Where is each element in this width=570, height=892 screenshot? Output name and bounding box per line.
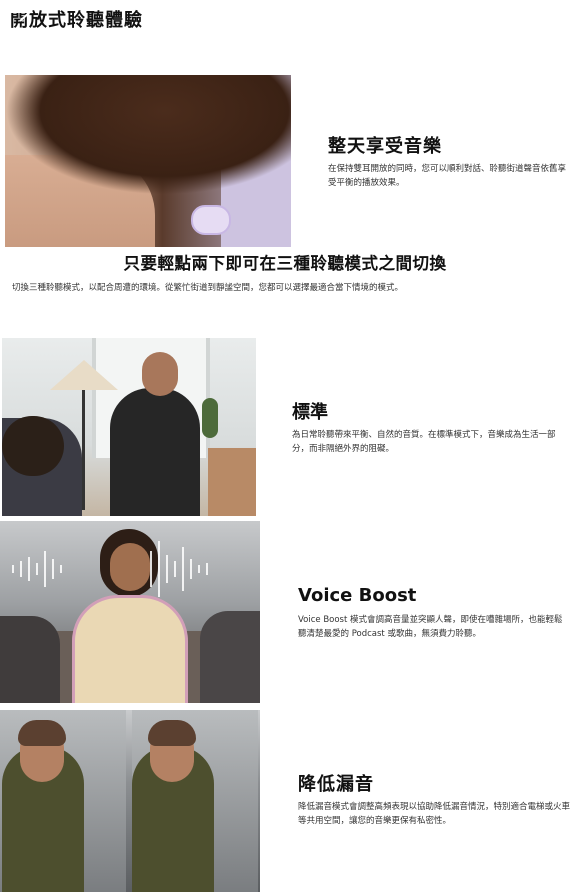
modes-banner-description: 切換三種聆聽模式，以配合周遭的環境。從繁忙街道到靜謐空間，您都可以選擇最適合當下… [12,283,404,293]
voice-boost-mode-description: Voice Boost 模式會調高音量並突顯人聲，即使在嘈雜場所，也能輕鬆聽清楚… [298,615,563,639]
voice-boost-mode-image [0,521,260,703]
standard-mode-title: 標準 [292,402,328,423]
all-day-title: 整天享受音樂 [328,136,442,157]
voice-boost-mode-title: Voice Boost [298,585,417,606]
modes-banner-title: 只要輕點兩下即可在三種聆聽模式之間切換 [123,254,447,273]
leak-reduction-mode-description: 降低漏音模式會調整高頻表現以協助降低漏音情況，特別適合電梯或火車等共用空間，讓您… [298,802,570,826]
standard-mode-description: 為日常聆聽帶來平衡、自然的音質。在標準模式下，音樂成為生活一部分，而非隔絕外界的… [292,430,556,454]
earbud-graphic [191,205,231,235]
leak-reduction-mode-image [0,710,260,892]
standard-mode-image [2,338,256,516]
leak-reduction-mode-title: 降低漏音 [298,774,374,795]
arrow-right-icon [2,2,32,22]
all-day-description: 在保持雙耳開放的同時，您可以順利對話、聆聽街道聲音依舊享受平衡的播放效果。 [328,164,567,188]
earbud-wearer-closeup-image [5,75,291,247]
